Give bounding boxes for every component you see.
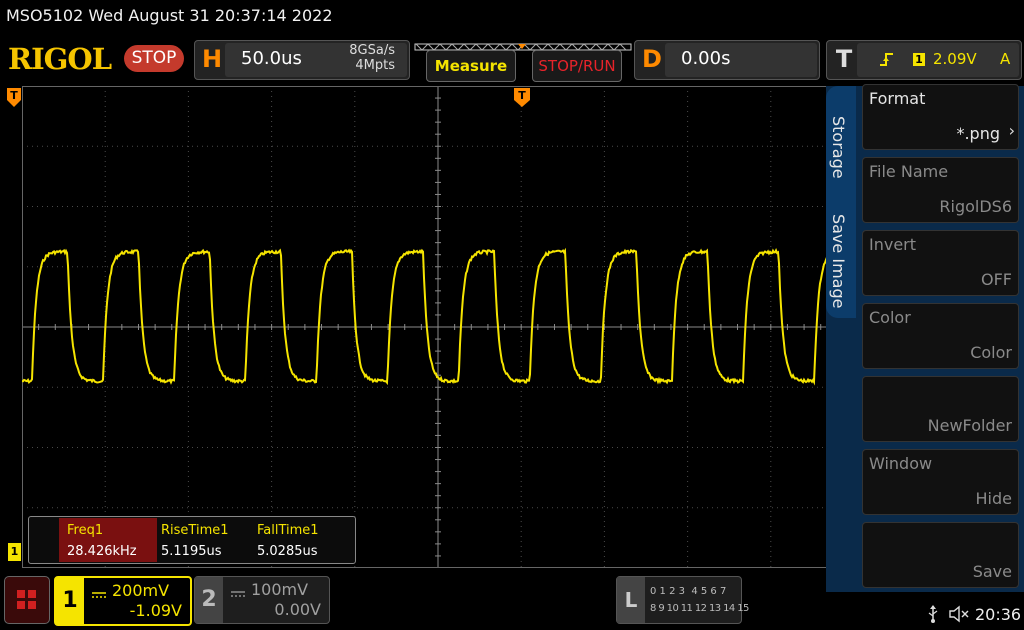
ch2-scale: 100mV (251, 580, 309, 599)
tab-save-image[interactable]: Save Image (829, 214, 848, 308)
delay-panel[interactable]: D 0.00s (634, 40, 820, 80)
memory-position-bar (414, 37, 632, 51)
grid-menu-icon (17, 590, 36, 609)
ch1-scale: 200mV (112, 581, 170, 600)
softkey-invert[interactable]: Invert OFF (862, 230, 1019, 296)
trigger-time-marker[interactable]: T (514, 88, 530, 108)
measure-value-1: 5.1195us (161, 544, 222, 559)
logic-channels-low: 0 1 2 3 4 5 6 7 (650, 586, 727, 597)
measure-name-2: FallTime1 (257, 523, 319, 538)
measure-name-1: RiseTime1 (161, 523, 229, 538)
horizontal-panel[interactable]: H 50.0us 8GSa/s 4Mpts (194, 40, 410, 80)
timebase-value: 50.0us (241, 48, 302, 69)
usb-icon (926, 604, 940, 624)
ch2-panel[interactable]: 2 100mV 0.00V (194, 576, 330, 624)
rising-edge-icon (879, 50, 895, 68)
delay-value: 0.00s (681, 48, 731, 69)
rigol-logo: RIGOL (8, 42, 112, 76)
speaker-muted-icon[interactable] (948, 604, 972, 624)
ch1-offset: -1.09V (129, 601, 182, 620)
clock: 20:36 (975, 605, 1022, 624)
window-title: MSO5102 Wed August 31 20:37:14 2022 (6, 6, 333, 25)
run-state-badge: STOP (124, 45, 184, 72)
ch1-panel[interactable]: 1 200mV -1.09V (54, 576, 192, 626)
memory-depth: 4Mpts (355, 58, 395, 73)
chevron-right-icon: › (1008, 121, 1015, 140)
trigger-level: 2.09V (933, 50, 977, 68)
logic-letter: L (617, 577, 645, 623)
app-menu-button[interactable] (4, 576, 50, 624)
trigger-position-marker[interactable]: T (7, 88, 21, 108)
trigger-letter: T (835, 45, 853, 73)
softkey-file-name[interactable]: File Name RigolDS6 (862, 157, 1019, 223)
ch1-trace (21, 247, 842, 386)
waveform-display[interactable] (21, 85, 855, 569)
delay-letter: D (642, 45, 662, 73)
trigger-time-label: T (518, 89, 526, 102)
softkey-format[interactable]: Format *.png › (862, 84, 1019, 150)
graticule (21, 85, 855, 569)
measure-name-0: Freq1 (67, 523, 104, 538)
softkey-save[interactable]: Save (862, 522, 1019, 588)
measure-value-2: 5.0285us (257, 544, 318, 559)
trigger-source-badge: 1 (913, 53, 925, 66)
trigger-position-label: T (10, 89, 18, 102)
trigger-mode: A (1000, 50, 1011, 68)
sample-rate: 8GSa/s (349, 43, 395, 58)
logic-panel[interactable]: L 0 1 2 3 4 5 6 7 8 9 10 11 12 13 14 15 (616, 576, 749, 624)
softkey-new-folder[interactable]: NewFolder (862, 376, 1019, 442)
softkey-color[interactable]: Color Color (862, 303, 1019, 369)
dc-coupling-icon (229, 583, 247, 597)
stop-run-button[interactable]: STOP/RUN (532, 50, 622, 82)
ch1-ground-marker[interactable]: 1 (8, 543, 21, 561)
measure-value-0: 28.426kHz (67, 544, 137, 559)
waveform-svg (21, 85, 855, 569)
ch2-offset: 0.00V (274, 600, 321, 619)
ch1-number: 1 (56, 578, 84, 624)
ch2-number: 2 (195, 577, 223, 623)
tab-storage[interactable]: Storage (829, 116, 848, 179)
measurement-panel[interactable]: Freq1 28.426kHz RiseTime1 5.1195us FallT… (28, 516, 356, 564)
trigger-panel[interactable]: T 1 2.09V A (826, 40, 1022, 80)
dc-coupling-icon (90, 584, 108, 598)
horizontal-letter: H (201, 45, 223, 73)
softkey-window[interactable]: Window Hide (862, 449, 1019, 515)
logic-channels-high: 8 9 10 11 12 13 14 15 (650, 603, 749, 614)
measure-button[interactable]: Measure (426, 50, 516, 82)
